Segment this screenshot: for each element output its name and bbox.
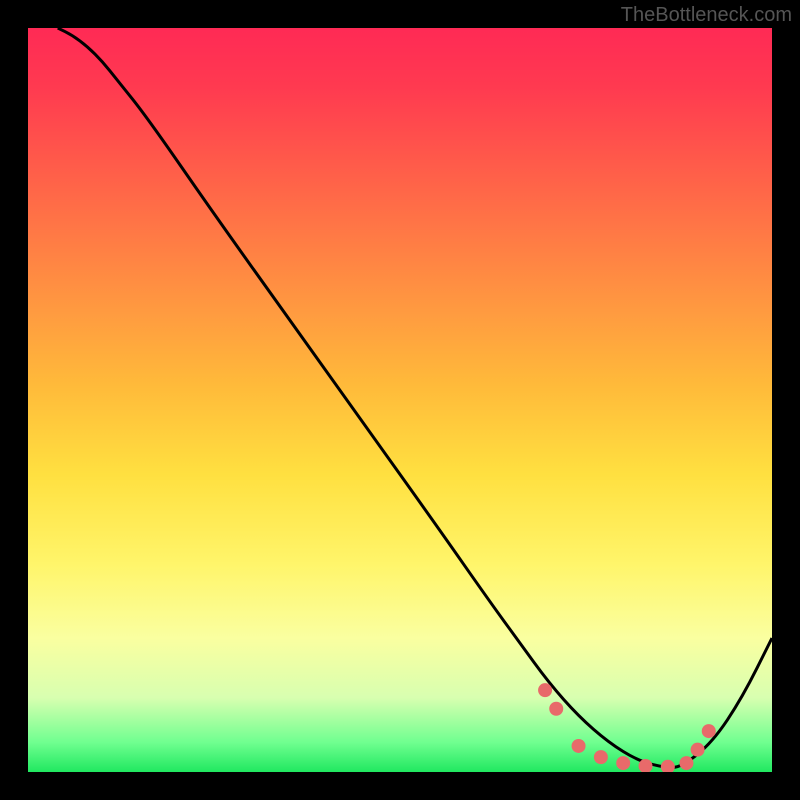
chart-marker-dot [572,739,586,753]
chart-marker-dot [549,702,563,716]
chart-plot-area [28,28,772,772]
chart-marker-dot [661,760,675,772]
chart-marker-dot [616,756,630,770]
chart-marker-dot [691,743,705,757]
chart-marker-dot [679,756,693,770]
chart-marker-dot [538,683,552,697]
watermark-text: TheBottleneck.com [621,4,792,27]
chart-marker-dot [594,750,608,764]
chart-marker-dot [702,724,716,738]
chart-curve-line [58,28,772,767]
chart-svg [28,28,772,772]
chart-markers-group [538,683,716,772]
